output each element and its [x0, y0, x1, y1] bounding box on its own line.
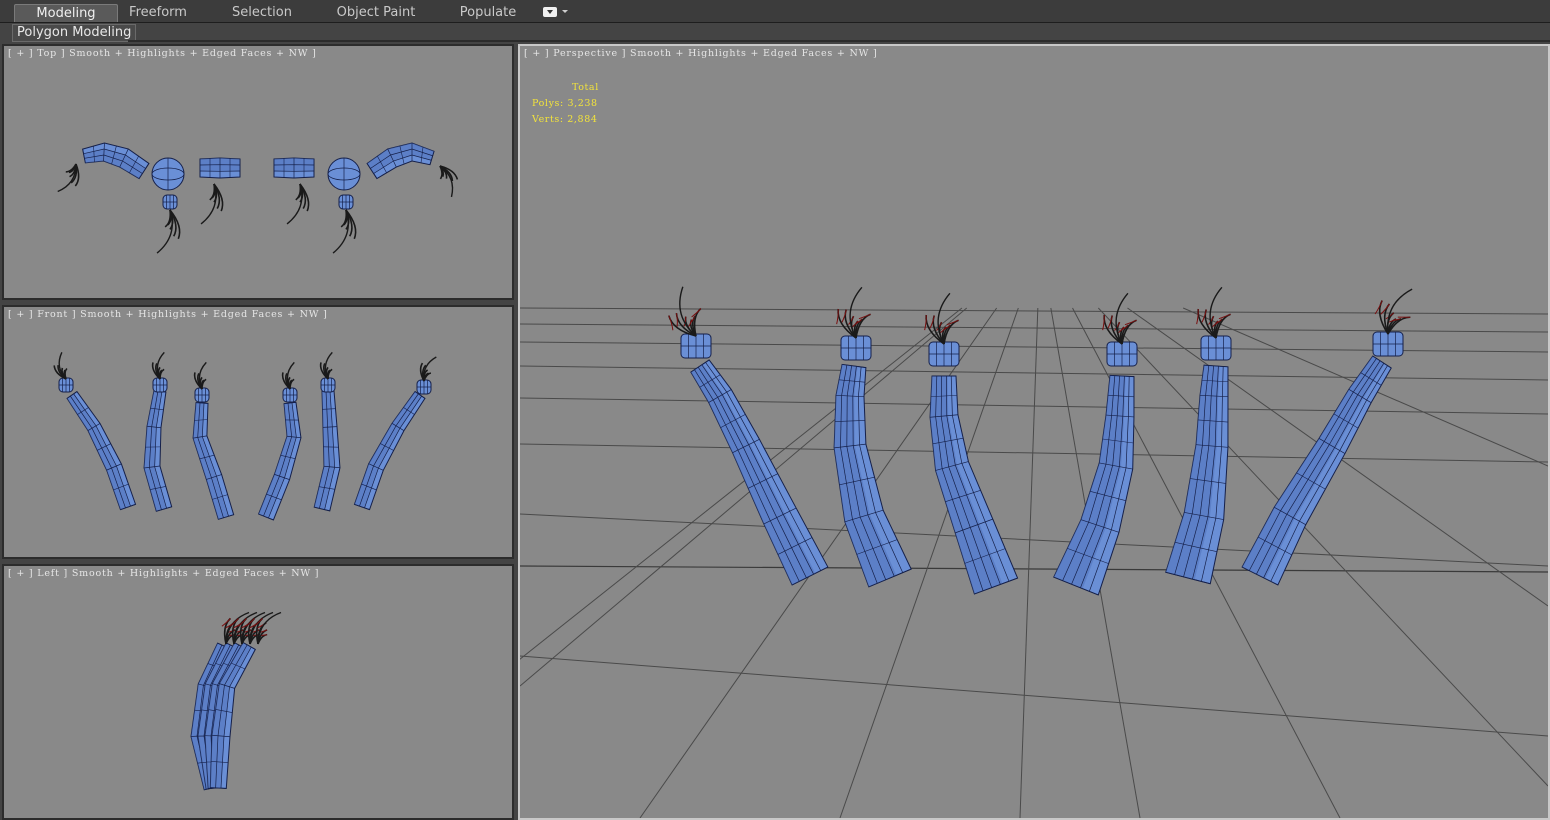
front-view-scene [53, 351, 437, 521]
ground-grid [520, 307, 1548, 818]
stats-polys: Polys: 3,238 [532, 96, 599, 112]
hand-mesh [194, 387, 210, 403]
claws [332, 209, 357, 254]
arm-mesh [929, 375, 1019, 595]
stats-verts-label: Verts: [532, 114, 564, 125]
arm-mesh [833, 363, 912, 588]
claws [200, 183, 224, 225]
left-view-scene [190, 611, 282, 791]
tab-freeform[interactable]: Freeform [112, 4, 204, 22]
arm-mesh [66, 390, 137, 511]
hand-mesh [152, 377, 168, 393]
stats-polys-label: Polys: [532, 98, 564, 109]
viewport-front[interactable]: [ + ] Front ] Smooth + Highlights + Edge… [2, 305, 514, 559]
hand-mesh [928, 341, 960, 367]
hand-mesh [840, 335, 872, 361]
claws [156, 209, 181, 254]
claws [281, 361, 295, 390]
chevron-down-icon [562, 10, 568, 13]
tab-populate[interactable]: Populate [448, 4, 528, 22]
claws [319, 351, 333, 380]
scene-statistics: Total Polys: 3,238 Verts: 2,884 [532, 80, 599, 128]
tab-selection[interactable]: Selection [212, 4, 312, 22]
stats-verts: Verts: 2,884 [532, 112, 599, 128]
dropdown-box-icon [543, 7, 557, 17]
viewport-top[interactable]: [ + ] Top ] Smooth + Highlights + Edged … [2, 44, 514, 300]
top-view-scene [57, 142, 459, 254]
arm-mesh [143, 389, 173, 512]
claws [1196, 286, 1231, 339]
claws [253, 611, 282, 645]
claws [439, 165, 459, 198]
arm-mesh [690, 359, 829, 586]
tab-object-paint[interactable]: Object Paint [330, 4, 422, 22]
claws [668, 286, 702, 337]
hand-mesh [282, 387, 298, 403]
claws [193, 361, 207, 390]
arm-mesh [366, 142, 435, 180]
viewport-perspective[interactable]: [ + ] Perspective ] Smooth + Highlights … [518, 44, 1550, 820]
claws [53, 352, 68, 380]
hand-mesh [320, 377, 336, 393]
arm-mesh [82, 142, 150, 180]
stats-polys-value: 3,238 [567, 98, 598, 109]
arm-mesh [313, 390, 341, 512]
arm-mesh [1053, 374, 1135, 596]
arm-mesh [192, 402, 235, 520]
hand-mesh [680, 333, 712, 359]
arm-mesh [353, 390, 426, 511]
claws [151, 351, 165, 380]
hand-mesh [1106, 341, 1138, 367]
arm-mesh [1165, 364, 1229, 585]
hand-mesh [416, 379, 432, 395]
stats-verts-value: 2,884 [567, 114, 598, 125]
hand-mesh [1200, 335, 1232, 361]
claws [1374, 288, 1413, 335]
hand-mesh [162, 194, 178, 210]
hand-mesh [58, 377, 74, 393]
hand-mesh [1372, 331, 1404, 357]
arm-mesh [1241, 355, 1392, 586]
claws [419, 356, 437, 382]
stats-header: Total [572, 82, 599, 93]
arm-mesh [257, 401, 302, 521]
arm-mesh [199, 157, 241, 179]
claws [57, 163, 80, 193]
divider [128, 40, 1550, 42]
ribbon-tab-bar: Modeling Freeform Selection Object Paint… [0, 0, 1550, 23]
app-window: Modeling Freeform Selection Object Paint… [0, 0, 1550, 820]
hand-mesh [338, 194, 354, 210]
viewport-perspective-label[interactable]: [ + ] Perspective ] Smooth + Highlights … [524, 48, 877, 59]
polygon-modeling-panel-button[interactable]: Polygon Modeling [12, 24, 137, 42]
perspective-view-scene [520, 286, 1548, 818]
viewport-left[interactable]: [ + ] Left ] Smooth + Highlights + Edged… [2, 564, 514, 820]
claws [286, 183, 310, 225]
ribbon-panel-bar: Polygon Modeling [0, 23, 1550, 42]
claws [836, 286, 871, 339]
ribbon-options-dropdown[interactable] [543, 6, 569, 18]
tab-modeling[interactable]: Modeling [14, 4, 118, 22]
arm-mesh [273, 157, 315, 179]
